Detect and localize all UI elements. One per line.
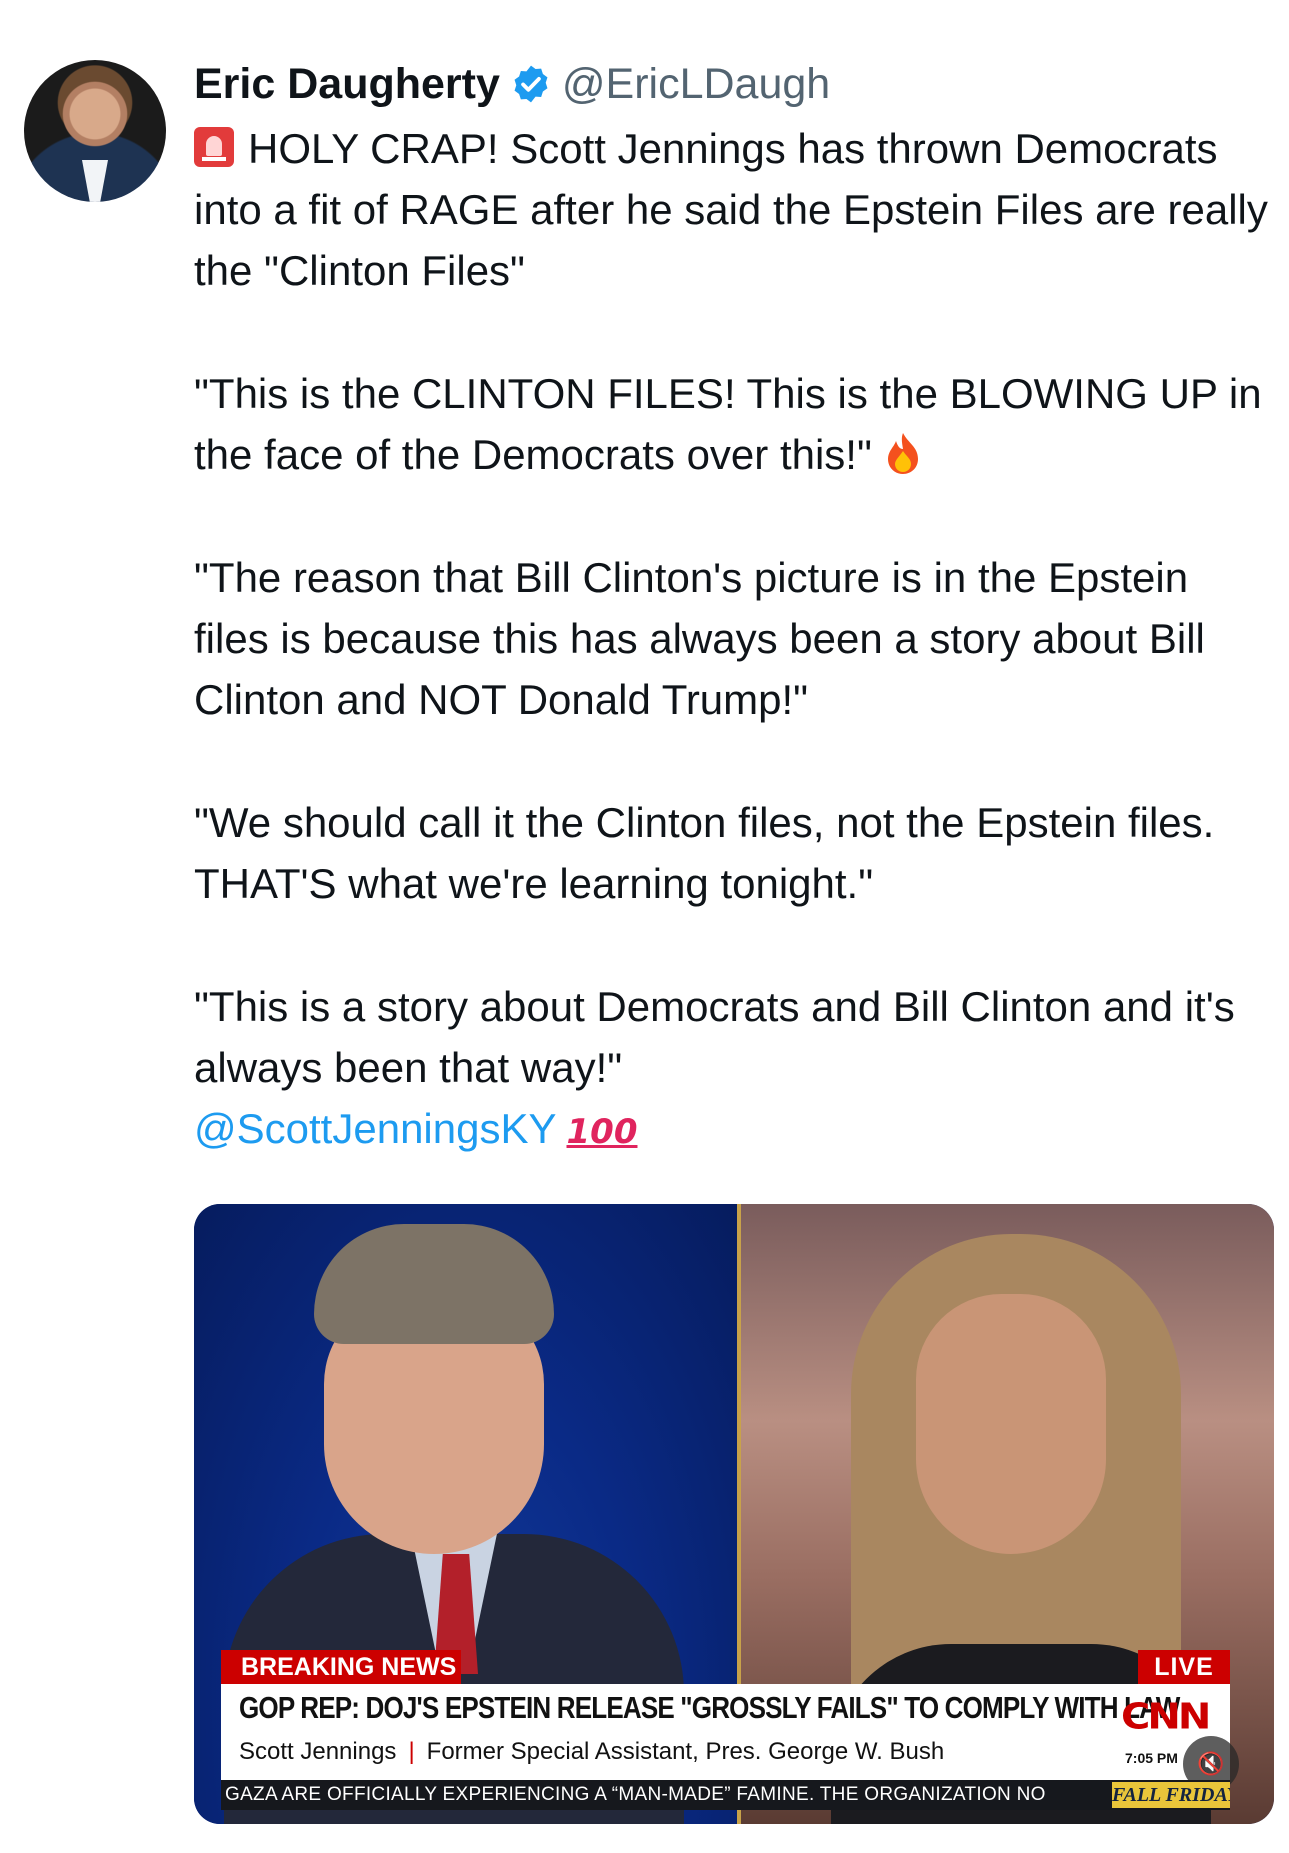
caption-separator: | <box>408 1738 415 1765</box>
chyron-top-bar: BREAKING NEWS LIVE <box>221 1650 1230 1684</box>
man-hair <box>314 1224 554 1344</box>
tweet-paragraph-quote-1: "This is the CLINTON FILES! This is the … <box>194 363 1274 485</box>
chyron-headline: GOP REP: DOJ'S EPSTEIN RELEASE "GROSSLY … <box>239 1690 1180 1725</box>
cnn-logo: CNN <box>1121 1696 1211 1738</box>
tweet-quote-1: "This is the CLINTON FILES! This is the … <box>194 370 1262 478</box>
live-label: LIVE <box>1138 1650 1230 1684</box>
tweet-header: Eric Daugherty @EricLDaugh <box>194 52 830 116</box>
video-player[interactable]: BREAKING NEWS LIVE GOP REP: DOJ'S EPSTEI… <box>194 1204 1274 1824</box>
author-handle[interactable]: @EricLDaugh <box>562 60 830 109</box>
author-name[interactable]: Eric Daugherty <box>194 60 500 109</box>
author-avatar[interactable] <box>24 60 166 202</box>
guest-caption: Scott Jennings | Former Special Assistant,… <box>239 1738 944 1766</box>
guest-name: Scott Jennings <box>239 1738 397 1765</box>
tweet-quote-4: "This is a story about Democrats and Bil… <box>194 983 1235 1091</box>
tweet-paragraph-quote-3: "We should call it the Clinton files, no… <box>194 792 1274 914</box>
tweet-intro-text: HOLY CRAP! Scott Jennings has thrown Dem… <box>194 125 1268 294</box>
breaking-news-label: BREAKING NEWS <box>221 1650 461 1684</box>
woman-face <box>916 1294 1106 1554</box>
tweet-paragraph-intro: HOLY CRAP! Scott Jennings has thrown Dem… <box>194 118 1274 301</box>
fire-icon <box>887 433 918 474</box>
ticker-text: GAZA ARE OFFICIALLY EXPERIENCING A “MAN-… <box>225 1784 1046 1805</box>
guest-title: Former Special Assistant, Pres. George W… <box>426 1738 945 1765</box>
promo-tag: FALL FRIDAYS <box>1112 1782 1230 1808</box>
verified-badge-icon <box>514 65 548 103</box>
broadcast-time: 7:05 PM <box>1125 1750 1178 1766</box>
tweet-text: HOLY CRAP! Scott Jennings has thrown Dem… <box>194 118 1274 1163</box>
tweet-quote-3: "We should call it the Clinton files, no… <box>194 799 1215 907</box>
hundred-points-icon: 100 <box>566 1112 638 1152</box>
tweet-paragraph-quote-2: "The reason that Bill Clinton's picture … <box>194 547 1274 730</box>
chyron-lower-third: GOP REP: DOJ'S EPSTEIN RELEASE "GROSSLY … <box>221 1684 1239 1792</box>
siren-icon <box>194 127 234 167</box>
avatar-shirt-collar <box>82 160 108 202</box>
mention-link[interactable]: @ScottJenningsKY <box>194 1105 557 1152</box>
tweet-quote-2: "The reason that Bill Clinton's picture … <box>194 554 1205 723</box>
tweet-paragraph-quote-4: "This is a story about Democrats and Bil… <box>194 976 1274 1163</box>
news-ticker: GAZA ARE OFFICIALLY EXPERIENCING A “MAN-… <box>221 1780 1230 1810</box>
